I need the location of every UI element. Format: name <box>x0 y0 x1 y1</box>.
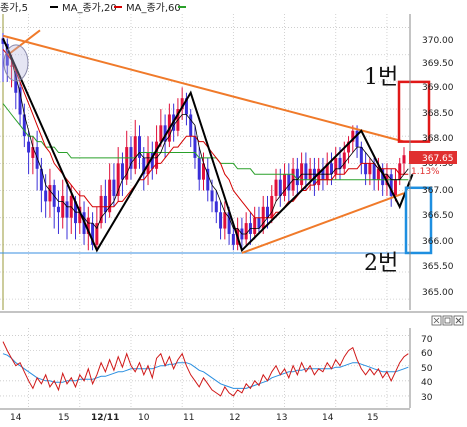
candle-body <box>133 136 137 169</box>
candle-body <box>61 195 65 218</box>
chart-canvas: 종가,5 MA_종가,20 MA_종가,60 370.00 369.50 369… <box>0 0 467 423</box>
x-axis: 14 15 12/11 10 11 12 13 14 15 <box>10 413 378 423</box>
price-tick: 366.00 <box>422 237 454 247</box>
legend-item-close5: 종가,5 <box>0 2 28 14</box>
price-tick: 368.00 <box>422 134 454 144</box>
price-tick: 365.50 <box>422 262 454 272</box>
legend-item-ma20: MA_종가,20 <box>62 2 117 14</box>
price-tick: 369.50 <box>422 59 454 69</box>
candle-body <box>359 147 363 164</box>
candle-body <box>231 233 235 245</box>
annotation-label-2: 2번 <box>364 251 398 276</box>
x-tick: 12/11 <box>91 413 119 423</box>
candle-body <box>372 163 376 180</box>
candle-body <box>197 157 201 180</box>
candle-body <box>112 179 116 196</box>
candle-body <box>27 141 31 153</box>
price-tick: 368.50 <box>422 109 454 119</box>
legend-item-ma60: MA_종가,60 <box>126 2 181 14</box>
indicator-panel-controls <box>431 315 464 326</box>
indicator-tick: 70 <box>421 335 433 345</box>
candle-body <box>270 195 274 218</box>
candle-body <box>210 190 214 202</box>
annotation-label-1: 1번 <box>364 65 398 90</box>
candle-body <box>398 163 402 180</box>
candle-body <box>193 136 197 158</box>
candle-body <box>65 201 69 218</box>
stock-chart: 종가,5 MA_종가,20 MA_종가,60 370.00 369.50 369… <box>0 0 467 423</box>
candle-body <box>253 217 257 234</box>
expand-icon[interactable] <box>431 315 442 326</box>
price-tick: 370.00 <box>422 36 454 46</box>
indicator-tick: 40 <box>421 378 433 388</box>
candle-body <box>138 136 142 158</box>
candle-body <box>214 201 218 213</box>
candle-body <box>334 157 338 175</box>
candle-body <box>283 174 287 196</box>
change-percent: 1.13% <box>411 167 440 177</box>
indicator-tick: 50 <box>421 364 433 374</box>
indicator-tick: 30 <box>421 393 433 403</box>
candle-body <box>48 185 52 202</box>
x-tick: 14 <box>10 413 22 423</box>
x-tick: 11 <box>183 413 194 423</box>
candle-body <box>103 195 107 213</box>
candle-body <box>295 168 299 186</box>
indicator-tick: 60 <box>421 349 433 359</box>
candle-body <box>219 212 223 229</box>
x-tick: 15 <box>367 413 378 423</box>
x-tick: 15 <box>58 413 69 423</box>
last-price-label: 367.65 <box>422 154 454 164</box>
candle-body <box>368 163 372 175</box>
candle-body <box>244 223 248 240</box>
candle-body <box>278 179 282 196</box>
candle-body <box>189 114 193 137</box>
candle-body <box>159 125 163 142</box>
close-icon[interactable] <box>453 315 464 326</box>
legend: 종가,5 MA_종가,20 MA_종가,60 <box>0 2 186 14</box>
price-tick: 367.00 <box>422 186 454 196</box>
x-tick: 12 <box>229 413 240 423</box>
restore-icon[interactable] <box>442 315 453 326</box>
candle-body <box>223 212 227 229</box>
candle-body <box>364 163 368 175</box>
x-tick: 14 <box>322 413 334 423</box>
candle-body <box>342 152 346 169</box>
candle-body <box>44 190 48 202</box>
price-tick: 365.00 <box>422 288 454 298</box>
x-tick: 10 <box>138 413 150 423</box>
price-tick: 366.50 <box>422 211 454 221</box>
candle-body <box>99 195 103 224</box>
candle-body <box>304 163 308 180</box>
x-tick: 13 <box>276 413 287 423</box>
candle-body <box>287 174 291 191</box>
candle-body <box>56 206 60 213</box>
highlight-circle <box>3 44 29 82</box>
price-tick: 369.00 <box>422 83 454 93</box>
candle-body <box>120 163 124 180</box>
candle-body <box>393 179 397 196</box>
candle-body <box>274 179 278 196</box>
candle-body <box>402 155 406 164</box>
